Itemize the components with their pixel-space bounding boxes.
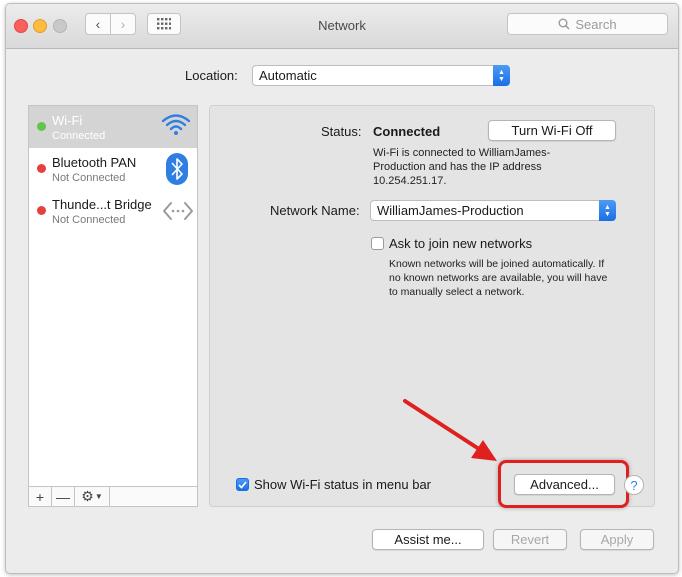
status-value: Connected	[373, 124, 441, 139]
network-name-popup[interactable]: WilliamJames-Production ▲ ▼	[370, 200, 616, 221]
revert-button[interactable]: Revert	[493, 529, 567, 550]
red-arrow-annotation	[403, 399, 497, 461]
ask-description-line: Known networks will be joined automatica…	[389, 258, 605, 270]
network-name-value: WilliamJames-Production	[377, 203, 524, 218]
bluetooth-icon	[166, 153, 188, 185]
search-icon	[558, 18, 570, 30]
ask-to-join-label: Ask to join new networks	[389, 236, 533, 251]
service-status: Not Connected	[52, 214, 126, 226]
service-name: Bluetooth PAN	[52, 155, 137, 170]
wifi-icon	[161, 114, 191, 135]
thunderbolt-bridge-icon	[163, 202, 193, 220]
ask-description-line: no known networks are available, you wil…	[389, 272, 608, 284]
show-wifi-status-label: Show Wi-Fi status in menu bar	[254, 477, 432, 492]
gear-icon: ⚙︎	[81, 488, 94, 504]
title-bar: ‹ › Network Search	[6, 4, 678, 49]
service-item-thunderbolt-bridge[interactable]: Thunde...t Bridge Not Connected	[29, 190, 197, 232]
ask-description-line: to manually select a network.	[389, 286, 525, 298]
service-list: Wi-Fi Connected Bluetooth PAN Not Connec…	[28, 105, 198, 507]
status-label: Status:	[321, 124, 362, 139]
status-description-line: Wi-Fi is connected to WilliamJames-	[373, 147, 551, 159]
status-description-line: 10.254.251.17.	[373, 175, 447, 187]
advanced-highlight-box	[498, 460, 629, 508]
network-name-label: Network Name:	[270, 203, 360, 218]
status-dot	[37, 164, 46, 173]
show-wifi-status-checkbox[interactable]	[236, 478, 249, 491]
chevron-down-icon: ▼	[94, 492, 103, 501]
status-dot	[37, 206, 46, 215]
remove-service-button[interactable]: —	[52, 487, 75, 506]
search-placeholder: Search	[575, 16, 617, 32]
status-description: Wi-Fi is connected to WilliamJames- Prod…	[373, 146, 550, 188]
service-list-toolbar: + — ⚙︎ ▼	[29, 486, 197, 506]
location-popup[interactable]: Automatic ▲ ▼	[252, 65, 510, 86]
network-preferences-window: ‹ › Network Search Location: Automatic ▲…	[5, 3, 679, 574]
service-item-wifi[interactable]: Wi-Fi Connected	[29, 106, 197, 148]
service-item-bluetooth-pan[interactable]: Bluetooth PAN Not Connected	[29, 148, 197, 190]
service-status: Connected	[52, 130, 106, 142]
service-status: Not Connected	[52, 172, 126, 184]
add-service-button[interactable]: +	[29, 487, 52, 506]
ask-to-join-checkbox[interactable]	[371, 237, 384, 250]
apply-button[interactable]: Apply	[580, 529, 654, 550]
popup-arrows-icon: ▲ ▼	[599, 200, 616, 221]
checkmark-icon	[238, 480, 247, 489]
assist-me-button[interactable]: Assist me...	[372, 529, 484, 550]
help-button[interactable]: ?	[624, 475, 644, 495]
popup-arrows-icon: ▲ ▼	[493, 65, 510, 86]
location-label: Location:	[185, 68, 238, 83]
service-actions-button[interactable]: ⚙︎ ▼	[75, 487, 110, 506]
status-dot	[37, 122, 46, 131]
service-name: Thunde...t Bridge	[52, 197, 152, 212]
ask-to-join-description: Known networks will be joined automatica…	[389, 257, 607, 299]
status-description-line: Production and has the IP address	[373, 161, 542, 173]
turn-wifi-off-button[interactable]: Turn Wi-Fi Off	[488, 120, 616, 141]
service-name: Wi-Fi	[52, 113, 83, 128]
location-value: Automatic	[259, 68, 317, 83]
search-field[interactable]: Search	[507, 13, 668, 35]
